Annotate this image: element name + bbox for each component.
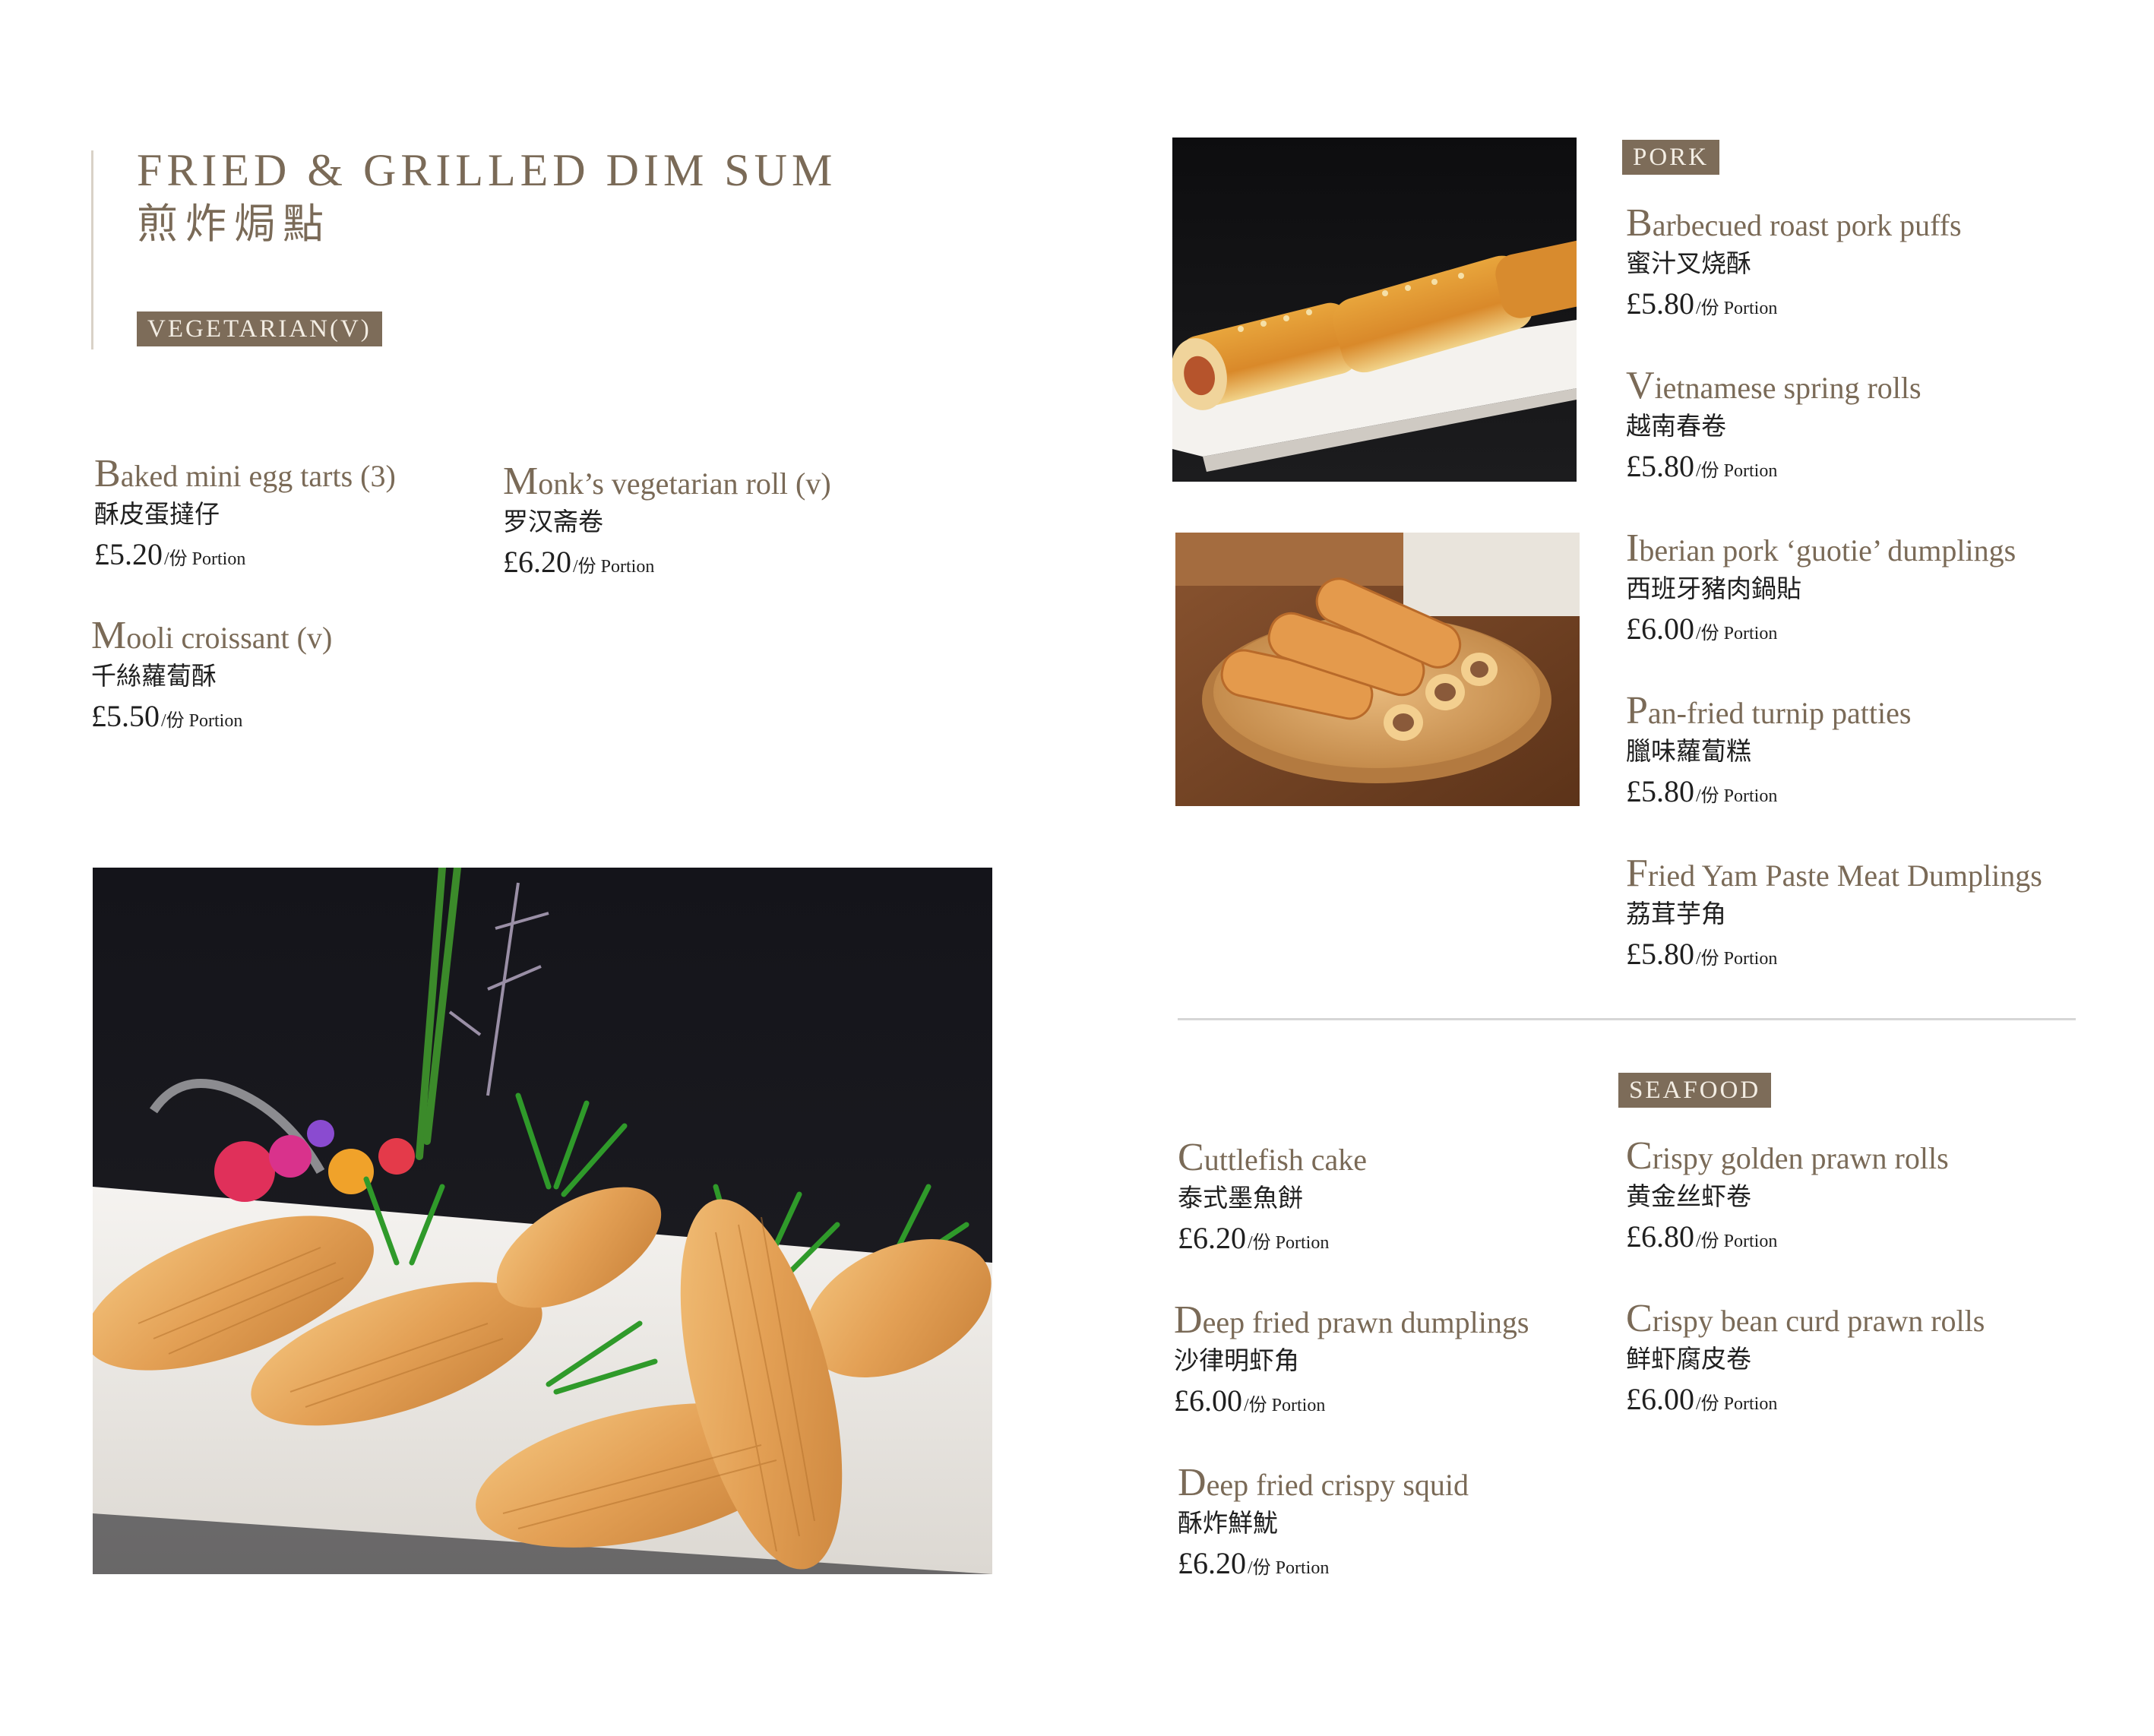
item-name-chinese: 酥皮蛋撻仔 <box>94 499 220 529</box>
menu-item: Pan-fried turnip patties 臘味蘿蔔糕 £5.80/份 P… <box>1626 693 2051 816</box>
item-price: £6.00 <box>1174 1383 1242 1418</box>
menu-item: Monk’s vegetarian roll (v) 罗汉斋卷 £6.20/份 … <box>503 463 928 587</box>
item-name-chinese: 荔茸芋角 <box>1626 899 1726 928</box>
item-name-chinese: 西班牙豬肉鍋貼 <box>1626 574 1801 603</box>
page-title-chinese: 煎炸焗點 <box>137 200 331 248</box>
item-price: £5.50 <box>91 699 160 733</box>
menu-item: Baked mini egg tarts (3) 酥皮蛋撻仔 £5.20/份 P… <box>94 456 520 579</box>
item-name: Mooli croissant (v) <box>91 614 333 657</box>
item-price: £6.80 <box>1626 1219 1694 1254</box>
item-name: Crispy golden prawn rolls <box>1626 1134 1949 1178</box>
item-name-chinese: 酥炸鮮魷 <box>1178 1508 1278 1538</box>
item-name: Barbecued roast pork puffs <box>1626 201 1962 245</box>
page-title: FRIED & GRILLED DIM SUM <box>137 145 837 195</box>
item-name: Monk’s vegetarian roll (v) <box>503 460 831 503</box>
item-name-chinese: 沙律明虾角 <box>1174 1345 1299 1375</box>
menu-item: Fried Yam Paste Meat Dumplings 荔茸芋角 £5.8… <box>1626 855 2051 979</box>
item-name-chinese: 千絲蘿蔔酥 <box>91 661 217 691</box>
item-name-chinese: 臘味蘿蔔糕 <box>1626 736 1751 766</box>
item-name: Crispy bean curd prawn rolls <box>1626 1297 1985 1340</box>
item-name: Deep fried prawn dumplings <box>1174 1298 1529 1342</box>
item-price: £5.20 <box>94 537 163 571</box>
price-unit: /份 Portion <box>161 711 243 731</box>
item-price: £6.00 <box>1626 612 1694 646</box>
mooli-croissant-photo <box>93 868 992 1574</box>
price-unit: /份 Portion <box>1248 1558 1330 1578</box>
section-tag-seafood: SEAFOOD <box>1618 1073 1772 1108</box>
item-price: £6.20 <box>1178 1221 1246 1255</box>
item-name: Pan-fried turnip patties <box>1626 689 1912 732</box>
price-unit: /份 Portion <box>1696 624 1778 643</box>
item-price: £6.00 <box>1626 1382 1694 1416</box>
menu-item: Deep fried prawn dumplings 沙律明虾角 £6.00/份… <box>1174 1302 1599 1425</box>
price-unit: /份 Portion <box>1244 1396 1326 1415</box>
price-unit: /份 Portion <box>1248 1233 1330 1253</box>
header-rule <box>91 150 93 349</box>
price-unit: /份 Portion <box>1696 1232 1778 1251</box>
item-name-chinese: 蜜汁叉烧酥 <box>1626 248 1751 278</box>
price-unit: /份 Portion <box>1696 461 1778 481</box>
menu-item: Cuttlefish cake 泰式墨魚餅 £6.20/份 Portion <box>1178 1140 1603 1263</box>
price-unit: /份 Portion <box>1696 299 1778 318</box>
item-price: £5.80 <box>1626 774 1694 808</box>
price-unit: /份 Portion <box>1696 1394 1778 1414</box>
item-price: £6.20 <box>1178 1546 1246 1580</box>
section-divider <box>1178 1018 2076 1020</box>
item-name: Fried Yam Paste Meat Dumplings <box>1626 852 2042 895</box>
menu-item: Deep fried crispy squid 酥炸鮮魷 £6.20/份 Por… <box>1178 1465 1603 1588</box>
item-name-chinese: 鲜虾腐皮卷 <box>1626 1344 1751 1374</box>
item-name: Iberian pork ‘guotie’ dumplings <box>1626 526 2016 570</box>
pork-puffs-photo <box>1172 138 1577 482</box>
menu-item: Vietnamese spring rolls 越南春卷 £5.80/份 Por… <box>1626 368 2051 491</box>
item-name-chinese: 泰式墨魚餅 <box>1178 1183 1303 1213</box>
price-unit: /份 Portion <box>1696 786 1778 806</box>
price-unit: /份 Portion <box>164 549 246 569</box>
item-name: Cuttlefish cake <box>1178 1136 1368 1179</box>
item-price: £6.20 <box>503 545 571 579</box>
price-unit: /份 Portion <box>573 557 655 577</box>
section-tag-pork: PORK <box>1622 140 1720 175</box>
item-name-chinese: 越南春卷 <box>1626 411 1726 441</box>
item-price: £5.80 <box>1626 937 1694 971</box>
menu-item: Barbecued roast pork puffs 蜜汁叉烧酥 £5.80/份… <box>1626 205 2051 328</box>
item-name-chinese: 黄金丝虾卷 <box>1626 1181 1751 1211</box>
spring-rolls-photo <box>1175 533 1580 806</box>
item-name: Deep fried crispy squid <box>1178 1461 1469 1504</box>
item-price: £5.80 <box>1626 286 1694 321</box>
item-name: Vietnamese spring rolls <box>1626 364 1922 407</box>
menu-item: Iberian pork ‘guotie’ dumplings 西班牙豬肉鍋貼 … <box>1626 530 2051 653</box>
section-tag-vegetarian: VEGETARIAN(V) <box>137 311 382 346</box>
item-name-chinese: 罗汉斋卷 <box>503 507 603 536</box>
item-name: Baked mini egg tarts (3) <box>94 452 396 495</box>
menu-item: Crispy golden prawn rolls 黄金丝虾卷 £6.80/份 … <box>1626 1138 2051 1261</box>
menu-item: Mooli croissant (v) 千絲蘿蔔酥 £5.50/份 Portio… <box>91 618 517 741</box>
price-unit: /份 Portion <box>1696 949 1778 969</box>
item-price: £5.80 <box>1626 449 1694 483</box>
menu-item: Crispy bean curd prawn rolls 鲜虾腐皮卷 £6.00… <box>1626 1301 2051 1424</box>
